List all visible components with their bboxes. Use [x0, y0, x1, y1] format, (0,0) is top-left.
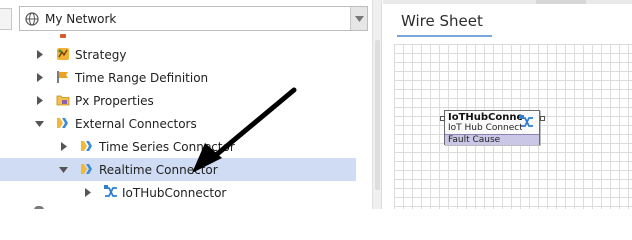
iot-hub-connector-block[interactable]: IoTHubConnector IoT Hub Connector Fault …	[444, 110, 540, 145]
sheet-top-bar	[383, 0, 632, 4]
connector-folder-icon	[81, 141, 92, 151]
wire-sheet-canvas[interactable]: IoTHubConnector IoT Hub Connector Fault …	[394, 44, 632, 209]
flag-icon	[57, 71, 68, 83]
network-selector-value: My Network	[45, 11, 117, 26]
folder-px-icon	[56, 95, 70, 106]
connector-folder-icon	[81, 164, 92, 174]
partially-visible-tree-icon	[60, 34, 66, 38]
partially-visible-tree-icon	[34, 206, 44, 209]
tree-item-time-range-definition[interactable]: Time Range Definition	[0, 66, 356, 89]
block-subtitle: IoT Hub Connector	[448, 123, 522, 133]
tree-item-px-properties[interactable]: Px Properties	[0, 89, 356, 112]
tree-item-label: Realtime Connector	[99, 162, 218, 177]
scrollbar-thumb[interactable]	[375, 40, 380, 190]
tree-item-strategy[interactable]: Strategy	[0, 43, 356, 66]
slot-label: Fault Cause	[448, 135, 501, 145]
input-port[interactable]	[440, 116, 445, 121]
wire-sheet-pane: Wire Sheet IoTHubConnector IoT Hub Conne…	[383, 0, 632, 209]
iot-hub-connector-icon	[520, 115, 533, 127]
tree-item-label: External Connectors	[75, 116, 197, 131]
globe-icon	[25, 11, 39, 26]
network-selector[interactable]: My Network	[19, 6, 368, 31]
expand-arrow-icon[interactable]	[35, 50, 45, 60]
tree-item-iothubconnector[interactable]: IoTHubConnector	[0, 181, 356, 204]
collapse-arrow-icon[interactable]	[58, 165, 68, 175]
block-title: IoTHubConnector	[448, 112, 522, 123]
collapse-nav-handle[interactable]	[0, 8, 12, 30]
output-port[interactable]	[540, 116, 545, 121]
connector-folder-icon	[57, 118, 68, 128]
tree-item-label: Time Series Connector	[99, 139, 235, 154]
strategy-icon	[57, 48, 69, 60]
expand-arrow-icon[interactable]	[59, 142, 69, 152]
tree-item-label: Px Properties	[75, 93, 154, 108]
tree-item-label: Time Range Definition	[75, 70, 209, 85]
navigation-pane: My Network Strategy Time Range Definitio…	[0, 0, 372, 209]
pane-splitter[interactable]	[372, 0, 382, 209]
expand-arrow-icon[interactable]	[35, 73, 45, 83]
tree-item-time-series-connector[interactable]: Time Series Connector	[0, 135, 356, 158]
tab-label: Wire Sheet	[401, 12, 483, 30]
tree-item-external-connectors[interactable]: External Connectors	[0, 112, 356, 135]
chevron-down-icon[interactable]	[350, 7, 367, 30]
iot-hub-connector-icon	[104, 185, 117, 197]
collapse-arrow-icon[interactable]	[34, 119, 44, 129]
slot-fault-cause[interactable]: Fault Cause	[445, 134, 539, 145]
tree-item-realtime-connector[interactable]: Realtime Connector	[0, 158, 356, 181]
tree-item-label: IoTHubConnector	[122, 185, 227, 200]
tree-item-label: Strategy	[75, 47, 127, 62]
expand-arrow-icon[interactable]	[83, 188, 93, 198]
expand-arrow-icon[interactable]	[35, 96, 45, 106]
tab-wire-sheet[interactable]: Wire Sheet	[397, 8, 492, 37]
